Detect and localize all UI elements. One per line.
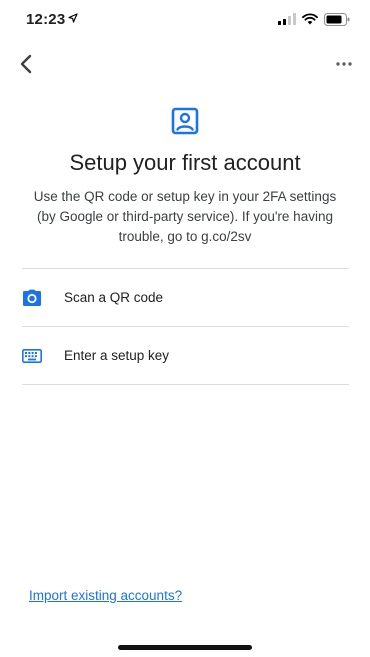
more-options-button[interactable] bbox=[330, 50, 358, 78]
keyboard-icon bbox=[22, 346, 42, 366]
status-time: 12:23 bbox=[26, 11, 66, 28]
page-title: Setup your first account bbox=[69, 150, 301, 175]
page-description: Use the QR code or setup key in your 2FA… bbox=[33, 189, 337, 244]
cellular-signal-icon bbox=[278, 13, 296, 25]
camera-icon bbox=[22, 288, 42, 308]
account-box-icon bbox=[171, 107, 199, 135]
import-accounts-link[interactable]: Import existing accounts? bbox=[29, 588, 182, 603]
status-indicators bbox=[278, 12, 350, 26]
more-horizontal-icon bbox=[336, 62, 352, 66]
back-button[interactable] bbox=[12, 50, 40, 78]
enter-setup-key-option[interactable]: Enter a setup key bbox=[22, 327, 349, 385]
setup-options-list: Scan a QR code Enter a setup key bbox=[22, 268, 349, 385]
chevron-left-icon bbox=[20, 54, 32, 74]
location-arrow-icon bbox=[68, 13, 78, 23]
battery-icon bbox=[324, 12, 350, 26]
home-indicator[interactable] bbox=[118, 645, 252, 650]
status-bar: 12:23 bbox=[0, 0, 370, 40]
enter-setup-key-label: Enter a setup key bbox=[64, 348, 170, 363]
scan-qr-code-option[interactable]: Scan a QR code bbox=[22, 269, 349, 327]
scan-qr-code-label: Scan a QR code bbox=[64, 290, 164, 305]
wifi-icon bbox=[302, 13, 318, 25]
